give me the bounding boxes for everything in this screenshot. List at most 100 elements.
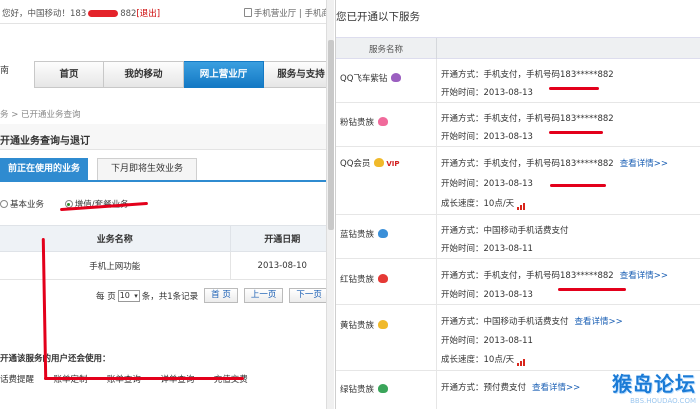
view-details-link[interactable]: 查看详情>> [620,271,668,281]
row-separator [436,305,437,370]
service-growth: 成长速度：10点/天 [441,353,526,366]
service-method-label: 开通方式：中国移动手机话费支付 [441,317,569,327]
service-name: 黄钻贵族 [340,319,389,331]
service-start: 开始时间：2013-08-13 [441,290,533,300]
service-method-label: 开通方式：手机支付，手机号码183*****882 [441,271,614,281]
main-nav: 首页 我的移动 网上营业厅 服务与支持 [34,61,334,88]
service-method: 开通方式：手机支付，手机号码183*****882 查看详情>> [441,157,668,169]
vip-label: VIP [386,160,400,168]
left-scrollbar[interactable] [326,0,334,409]
redacted-number-mark [88,10,119,17]
section-header: 开通业务查询与退订 [0,124,334,150]
yellow-diamond-icon [378,320,389,329]
phone-icon [243,8,252,17]
subtab-next-month[interactable]: 下月即将生效业务 [97,158,197,180]
service-name: 蓝钻贵族 [340,228,389,240]
radio-basic[interactable] [0,200,8,208]
service-name-label: QQ会员 [340,159,371,169]
service-name-label: 绿钻贵族 [340,385,375,395]
service-row: 蓝钻贵族 开通方式：中国移动手机话费支付 开始时间：2013-08-11 [336,215,700,259]
per-page-select[interactable]: 10 [117,289,140,302]
service-name: 绿钻贵族 [340,383,389,395]
purple-diamond-icon [391,73,402,82]
service-growth: 成长速度：10点/天 [441,197,526,210]
top-links[interactable]: 手机营业厅 | 手机商 [243,7,330,19]
service-method-label: 开通方式：手机支付，手机号码183*****882 [441,159,614,169]
link-balance-reminder[interactable]: 话费提醒 [0,375,34,385]
service-name: QQ飞车紫钻 [340,72,402,84]
business-name-cell: 手机上网功能 [0,251,231,280]
red-underline-mark [550,184,606,187]
service-method: 开通方式：中国移动手机话费支付 查看详情>> [441,315,623,327]
row-separator [436,259,437,304]
open-date-cell: 2013-08-10 [230,251,334,280]
logout-link[interactable]: [退出] [136,9,160,19]
service-name-label: 红钻贵族 [340,275,375,285]
service-name-label: 黄钻贵族 [340,321,375,331]
watermark-url: BBS.HOUDAO.COM [630,397,696,405]
service-method: 开通方式：手机支付，手机号码183*****882 [441,114,614,124]
subtabs: 前正在使用的业务 下月即将生效业务 [0,158,334,182]
next-page-button[interactable]: 下一页 [289,288,329,303]
growth-bars-icon [517,356,526,366]
service-name-label: 蓝钻贵族 [340,230,375,240]
service-row: 红钻贵族 开通方式：手机支付，手机号码183*****882 查看详情>> 开始时… [336,259,700,305]
row-separator [436,147,437,214]
service-method: 开通方式：预付费支付 查看详情>> [441,381,580,393]
top-bar: 您好，中国移动！183 882[退出] 手机营业厅 | 手机商 [0,0,334,24]
nav-partial-label: 南 [0,66,10,76]
breadcrumb: 务 > 已开通业务查询 [0,110,81,120]
nav-tab-home[interactable]: 首页 [34,61,104,88]
service-start: 开始时间：2013-08-13 [441,88,533,98]
growth-label: 成长速度：10点/天 [441,355,515,365]
top-links-label[interactable]: 手机营业厅 | 手机商 [254,9,330,19]
watermark-title: 猴岛论坛 [612,372,696,396]
col-business-name: 业务名称 [0,225,231,252]
service-name: QQ会员 VIP [340,157,400,169]
prev-page-button[interactable]: 上一页 [243,288,284,303]
service-row: 粉钻贵族 开通方式：手机支付，手机号码183*****882 开始时间：2013… [336,103,700,147]
nav-tab-service-support[interactable]: 服务与支持 [264,61,334,88]
view-details-link[interactable]: 查看详情>> [620,159,668,169]
row-separator [436,215,437,258]
service-row: 黄钻贵族 开通方式：中国移动手机话费支付 查看详情>> 开始时间：2013-08-… [336,305,700,371]
scrollbar-thumb[interactable] [328,40,334,230]
service-name-label: 粉钻贵族 [340,118,375,128]
opened-services-panel: 您已开通以下服务 服务名称 QQ飞车紫钻 开通方式：手机支付，手机号码183**… [335,0,700,409]
service-method: 开通方式：手机支付，手机号码183*****882 查看详情>> [441,269,668,281]
col-open-date: 开通日期 [230,225,334,252]
red-underline-mark [558,288,626,291]
section-title: 开通业务查询与退订 [0,136,90,147]
row-separator [436,103,437,146]
table-header-row: 业务名称 开通日期 [0,225,334,252]
red-underline-mark [549,87,599,90]
growth-bars-icon [517,200,526,210]
view-details-link[interactable]: 查看详情>> [575,317,623,327]
welcome-text: 您好，中国移动！183 882[退出] [2,7,160,19]
per-page-label: 每 页 [96,291,116,302]
nav-tab-my-mobile[interactable]: 我的移动 [104,61,184,88]
row-separator [436,59,437,102]
service-method-label: 开通方式：预付费支付 [441,383,527,393]
service-name: 红钻贵族 [340,273,389,285]
blue-diamond-icon [378,229,389,238]
green-diamond-icon [378,384,389,393]
mobile-hall-page: 您好，中国移动！183 882[退出] 手机营业厅 | 手机商 南 首页 我的移动… [0,0,334,409]
col-service-name: 服务名称 [368,45,403,55]
subtab-current[interactable]: 前正在使用的业务 [0,158,88,180]
forum-watermark: 猴岛论坛 BBS.HOUDAO.COM [612,368,696,405]
red-diamond-icon [378,274,389,283]
radio-basic-label: 基本业务 [10,200,45,210]
welcome-number-suffix: 882 [120,9,137,19]
view-details-link[interactable]: 查看详情>> [532,383,580,393]
service-name: 粉钻贵族 [340,116,389,128]
first-page-button[interactable]: 首 页 [204,288,238,303]
service-row: QQ会员 VIP 开通方式：手机支付，手机号码183*****882 查看详情>> … [336,147,700,215]
nav-tab-online-hall[interactable]: 网上营业厅 [184,61,264,88]
red-bottom-mark [44,377,244,380]
growth-label: 成长速度：10点/天 [441,199,515,209]
service-start: 开始时间：2013-08-11 [441,244,533,254]
pink-diamond-icon [378,117,389,126]
service-method: 开通方式：中国移动手机话费支付 [441,226,569,236]
services-header: 服务名称 [336,37,700,60]
